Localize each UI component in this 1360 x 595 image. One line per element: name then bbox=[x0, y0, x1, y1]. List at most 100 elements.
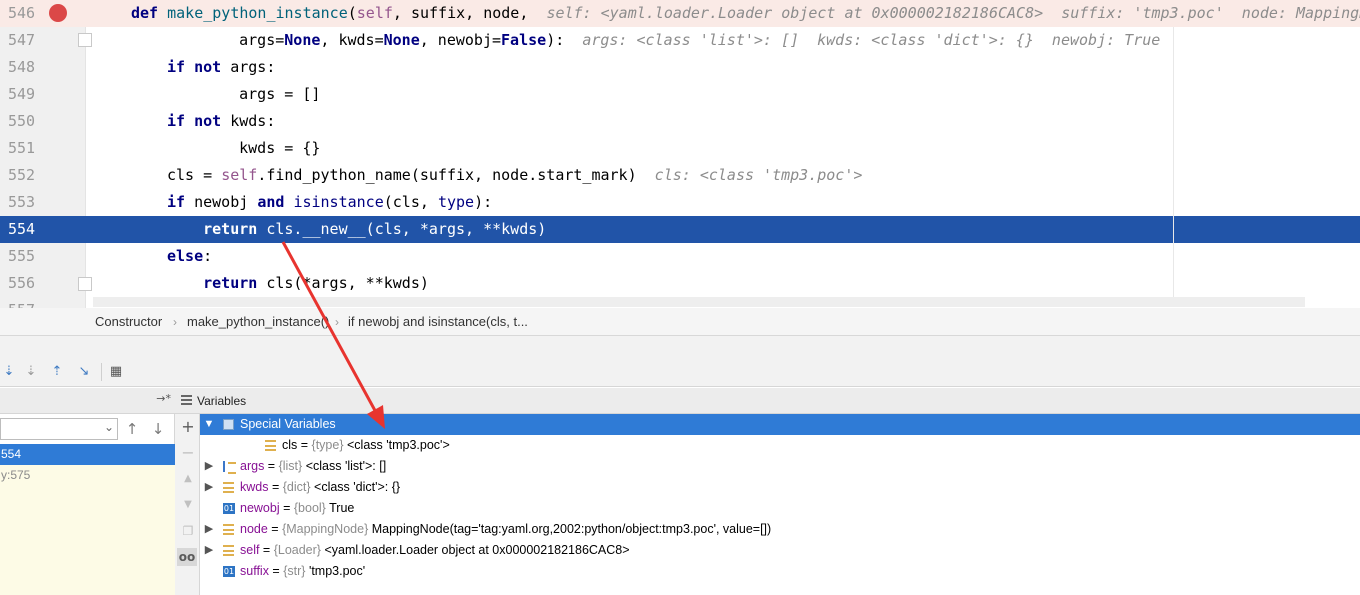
copy-icon[interactable]: ❐ bbox=[179, 522, 197, 540]
thread-select[interactable]: ⌄ bbox=[0, 418, 118, 440]
code-token: newobj bbox=[185, 193, 258, 211]
code-token: not bbox=[194, 112, 222, 130]
horizontal-scrollbar[interactable] bbox=[93, 297, 1305, 307]
code-token: None bbox=[284, 31, 321, 49]
code-token: self bbox=[356, 4, 393, 22]
code-line[interactable]: 549 args = [] bbox=[0, 81, 1360, 108]
code-text: return cls(*args, **kwds) bbox=[167, 270, 429, 297]
pin-icon[interactable]: →* bbox=[156, 392, 171, 405]
equals-sign: = bbox=[259, 543, 274, 557]
fold-marker-icon[interactable] bbox=[78, 33, 92, 47]
variable-row-cls[interactable]: cls = {type} <class 'tmp3.poc'> bbox=[200, 435, 1360, 456]
expand-icon[interactable]: ▶ bbox=[203, 519, 215, 540]
variable-row-args[interactable]: ▶ args = {list} <class 'list'>: [] bbox=[200, 456, 1360, 477]
code-line[interactable]: 550 if not kwds: bbox=[0, 108, 1360, 135]
fold-marker-icon[interactable] bbox=[78, 277, 92, 291]
code-token: type bbox=[437, 193, 475, 211]
code-line[interactable]: 552 cls = self.find_python_name(suffix, n… bbox=[0, 162, 1360, 189]
variable-text: self = {Loader} <yaml.loader.Loader obje… bbox=[240, 540, 630, 561]
breadcrumb-item-method[interactable]: make_python_instance() bbox=[187, 308, 329, 336]
code-editor[interactable]: 546 def make_python_instance(self, suffix… bbox=[0, 0, 1360, 308]
show-watches-icon[interactable]: oo bbox=[177, 548, 197, 566]
code-line[interactable]: 548 if not args: bbox=[0, 54, 1360, 81]
frame-row[interactable]: y:575 bbox=[0, 465, 175, 486]
code-line[interactable]: 546 def make_python_instance(self, suffix… bbox=[0, 0, 1360, 27]
code-token: isinstance bbox=[293, 193, 384, 211]
variable-row-node[interactable]: ▶ node = {MappingNode} MappingNode(tag='t… bbox=[200, 519, 1360, 540]
line-number: 551 bbox=[8, 139, 36, 157]
expand-icon bbox=[245, 435, 257, 456]
variable-text: newobj = {bool} True bbox=[240, 498, 354, 519]
variable-row-suffix[interactable]: 01 suffix = {str} 'tmp3.poc' bbox=[200, 561, 1360, 582]
variable-text: cls = {type} <class 'tmp3.poc'> bbox=[282, 435, 450, 456]
expand-icon[interactable]: ▶ bbox=[203, 456, 215, 477]
variables-title: Variables bbox=[197, 394, 247, 408]
previous-frame-icon[interactable]: ↑ bbox=[122, 418, 142, 440]
code-text: if not kwds: bbox=[167, 108, 275, 135]
inline-debug-value: cls: <class 'tmp3.poc'> bbox=[654, 166, 863, 184]
code-token: if bbox=[167, 58, 186, 76]
add-watch-icon[interactable]: + bbox=[179, 418, 197, 436]
breadcrumb-item-class[interactable]: Constructor bbox=[95, 308, 162, 336]
collapse-icon[interactable]: ▼ bbox=[203, 414, 215, 435]
breakpoint-icon[interactable] bbox=[49, 4, 67, 22]
variable-row-special-variables[interactable]: ▼ Special Variables bbox=[200, 414, 1360, 435]
code-token: def bbox=[131, 4, 159, 22]
move-up-icon[interactable]: ▲ bbox=[179, 470, 197, 488]
code-text: if newobj and isinstance(cls, type): bbox=[167, 189, 492, 216]
step-into-icon[interactable]: ⇣ bbox=[0, 363, 18, 381]
evaluate-expression-icon[interactable]: ▦ bbox=[107, 363, 125, 381]
code-token: else bbox=[167, 247, 204, 265]
remove-watch-icon[interactable]: − bbox=[179, 444, 197, 462]
code-line[interactable]: 547 args=None, kwds=None, newobj=False):… bbox=[0, 27, 1360, 54]
line-number: 557 bbox=[8, 297, 36, 308]
variable-row-newobj[interactable]: 01 newobj = {bool} True bbox=[200, 498, 1360, 519]
frames-list-area bbox=[0, 496, 175, 595]
special-variables-icon bbox=[223, 419, 234, 430]
code-token: ): bbox=[474, 193, 493, 211]
code-token: not bbox=[194, 58, 222, 76]
code-line[interactable]: 551 kwds = {} bbox=[0, 135, 1360, 162]
code-token: cls(*args, **kwds) bbox=[257, 274, 429, 292]
step-out-icon[interactable]: ⇡ bbox=[48, 363, 66, 381]
variable-name: Special Variables bbox=[240, 417, 336, 431]
breadcrumb-item-statement[interactable]: if newobj and isinstance(cls, t... bbox=[348, 308, 528, 336]
variable-name: args bbox=[240, 459, 265, 473]
variable-row-kwds[interactable]: ▶ kwds = {dict} <class 'dict'>: {} bbox=[200, 477, 1360, 498]
expand-icon bbox=[203, 561, 215, 582]
chevron-down-icon: ⌄ bbox=[103, 420, 114, 434]
code-token: and bbox=[257, 193, 285, 211]
variable-value: 'tmp3.poc' bbox=[308, 564, 366, 578]
variable-text: kwds = {dict} <class 'dict'>: {} bbox=[240, 477, 400, 498]
code-line[interactable]: 553 if newobj and isinstance(cls, type): bbox=[0, 189, 1360, 216]
line-number: 556 bbox=[8, 274, 36, 292]
frame-row-current[interactable]: 554 bbox=[0, 444, 175, 465]
line-number: 552 bbox=[8, 166, 36, 184]
move-down-icon[interactable]: ▼ bbox=[179, 496, 197, 514]
expand-icon bbox=[203, 498, 215, 519]
code-text: return cls.__new__(cls, *args, **kwds) bbox=[167, 216, 546, 243]
tool-window-divider[interactable] bbox=[0, 336, 1360, 357]
step-into-my-code-icon[interactable]: ⇣ bbox=[22, 363, 40, 381]
run-to-cursor-icon[interactable]: ↘ bbox=[75, 363, 93, 381]
primitive-icon: 01 bbox=[223, 503, 235, 514]
variable-name: self bbox=[240, 543, 260, 557]
variable-row-self[interactable]: ▶ self = {Loader} <yaml.loader.Loader obj… bbox=[200, 540, 1360, 561]
variable-name: suffix bbox=[240, 564, 269, 578]
expand-icon[interactable]: ▶ bbox=[203, 540, 215, 561]
code-text: kwds = {} bbox=[203, 135, 320, 162]
line-number: 554 bbox=[8, 220, 36, 238]
execution-line[interactable]: 554 return cls.__new__(cls, *args, **kwd… bbox=[0, 216, 1360, 243]
variables-panel: Variables ▼ Special Variables cls = {type}… bbox=[175, 388, 1360, 595]
code-line[interactable]: 556 return cls(*args, **kwds) bbox=[0, 270, 1360, 297]
expand-icon[interactable]: ▶ bbox=[203, 477, 215, 498]
variable-name: cls bbox=[282, 438, 298, 452]
equals-sign: = bbox=[268, 564, 284, 578]
primitive-icon: 01 bbox=[223, 566, 235, 577]
toolbar-separator bbox=[101, 363, 102, 381]
next-frame-icon[interactable]: ↓ bbox=[148, 418, 168, 440]
code-line[interactable]: 555 else: bbox=[0, 243, 1360, 270]
